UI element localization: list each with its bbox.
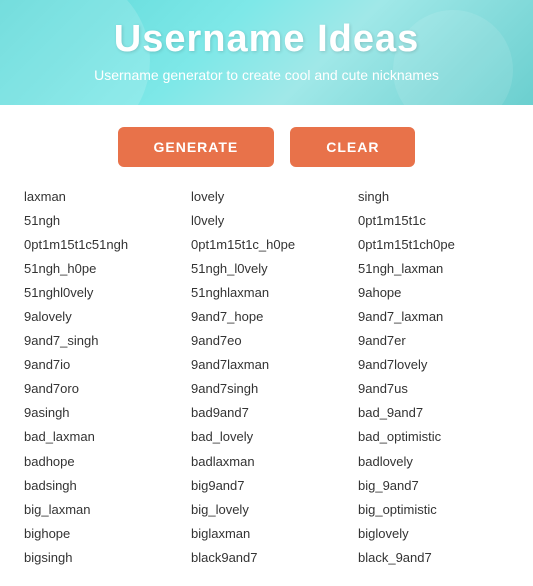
column-1: laxman51ngh0pt1m15t1c51ngh51ngh_h0pe51ng…	[16, 185, 183, 570]
header-section: Username Ideas Username generator to cre…	[0, 0, 533, 105]
list-item: 0pt1m15t1ch0pe	[358, 233, 509, 257]
list-item: badsingh	[24, 474, 175, 498]
list-item: 0pt1m15t1c51ngh	[24, 233, 175, 257]
list-item: lovely	[191, 185, 342, 209]
list-item: badhope	[24, 450, 175, 474]
list-item: 9and7us	[358, 377, 509, 401]
list-item: 9and7_laxman	[358, 305, 509, 329]
results-area: laxman51ngh0pt1m15t1c51ngh51ngh_h0pe51ng…	[0, 185, 533, 586]
list-item: 9and7oro	[24, 377, 175, 401]
list-item: biglovely	[358, 522, 509, 546]
list-item: 9and7singh	[191, 377, 342, 401]
column-3: singh0pt1m15t1c0pt1m15t1ch0pe51ngh_laxma…	[350, 185, 517, 570]
action-buttons: GENERATE CLEAR	[0, 127, 533, 167]
list-item: bighope	[24, 522, 175, 546]
username-columns: laxman51ngh0pt1m15t1c51ngh51ngh_h0pe51ng…	[16, 185, 517, 570]
list-item: big_lovely	[191, 498, 342, 522]
list-item: 51ngh_l0vely	[191, 257, 342, 281]
list-item: 9and7io	[24, 353, 175, 377]
list-item: laxman	[24, 185, 175, 209]
list-item: bad_lovely	[191, 425, 342, 449]
list-item: bigsingh	[24, 546, 175, 570]
clear-button[interactable]: CLEAR	[290, 127, 415, 167]
list-item: bad_9and7	[358, 401, 509, 425]
list-item: 51nghl0vely	[24, 281, 175, 305]
list-item: 9and7lovely	[358, 353, 509, 377]
list-item: badlaxman	[191, 450, 342, 474]
list-item: 51ngh	[24, 209, 175, 233]
list-item: biglaxman	[191, 522, 342, 546]
list-item: 9and7er	[358, 329, 509, 353]
list-item: 51ngh_h0pe	[24, 257, 175, 281]
list-item: 9and7_singh	[24, 329, 175, 353]
list-item: black_9and7	[358, 546, 509, 570]
list-item: bad_laxman	[24, 425, 175, 449]
list-item: 9asingh	[24, 401, 175, 425]
generate-button[interactable]: GENERATE	[118, 127, 275, 167]
list-item: 9and7_hope	[191, 305, 342, 329]
list-item: big9and7	[191, 474, 342, 498]
list-item: bad_optimistic	[358, 425, 509, 449]
list-item: 0pt1m15t1c_h0pe	[191, 233, 342, 257]
list-item: 0pt1m15t1c	[358, 209, 509, 233]
list-item: bad9and7	[191, 401, 342, 425]
column-2: lovelyl0vely0pt1m15t1c_h0pe51ngh_l0vely5…	[183, 185, 350, 570]
list-item: big_laxman	[24, 498, 175, 522]
list-item: singh	[358, 185, 509, 209]
page-title: Username Ideas	[20, 18, 513, 61]
list-item: l0vely	[191, 209, 342, 233]
list-item: 9and7eo	[191, 329, 342, 353]
list-item: big_optimistic	[358, 498, 509, 522]
list-item: 9ahope	[358, 281, 509, 305]
list-item: 51ngh_laxman	[358, 257, 509, 281]
list-item: 51nghlaxman	[191, 281, 342, 305]
list-item: 9and7laxman	[191, 353, 342, 377]
list-item: 9alovely	[24, 305, 175, 329]
list-item: badlovely	[358, 450, 509, 474]
list-item: big_9and7	[358, 474, 509, 498]
page-subtitle: Username generator to create cool and cu…	[20, 67, 513, 83]
list-item: black9and7	[191, 546, 342, 570]
